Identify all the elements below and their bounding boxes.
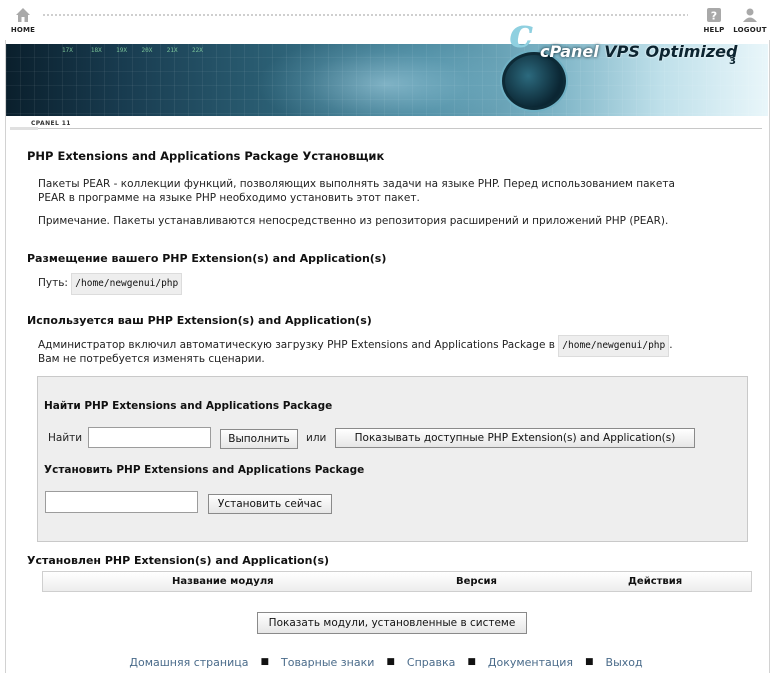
usage-heading: Используется ваш PHP Extension(s) and Ap… bbox=[27, 314, 372, 327]
search-install-panel: Найти PHP Extensions and Applications Pa… bbox=[37, 376, 748, 542]
path-value: /home/newgenui/php bbox=[71, 273, 183, 295]
column-module-name: Название модуля bbox=[172, 576, 274, 587]
footer-nav: Домашняя страница ■ Товарные знаки ■ Справка… bbox=[129, 656, 643, 669]
logout-label: LOGOUT bbox=[733, 26, 767, 34]
column-actions: Действия bbox=[628, 576, 683, 587]
usage-path: /home/newgenui/php bbox=[558, 335, 670, 357]
cpanel-logo-letter: c bbox=[509, 10, 534, 57]
or-label: или bbox=[306, 432, 327, 444]
cpanel-logo-text: cPanel VPS Optimized bbox=[540, 42, 738, 61]
home-label: HOME bbox=[10, 26, 36, 34]
svg-text:?: ? bbox=[711, 10, 717, 23]
user-icon bbox=[741, 6, 759, 24]
banner-decoration: 17X 18X 19X 20X 21X 22X bbox=[62, 47, 203, 54]
home-link[interactable]: HOME bbox=[3, 6, 43, 34]
footer-link-help[interactable]: Справка bbox=[407, 656, 455, 669]
installed-heading: Установлен PHP Extension(s) and Applicat… bbox=[27, 554, 330, 567]
install-input[interactable] bbox=[45, 491, 198, 513]
cpanel-logo-version: 3 bbox=[729, 56, 736, 67]
cpanel-version-label: CPANEL 11 bbox=[28, 120, 74, 127]
page-title: PHP Extensions and Applications Package … bbox=[27, 149, 385, 163]
footer-link-docs[interactable]: Документация bbox=[488, 656, 573, 669]
install-heading: Установить PHP Extensions and Applicatio… bbox=[44, 464, 365, 476]
top-bar: HOME ? HELP LOGOUT bbox=[0, 0, 772, 40]
intro-text-line2: PEAR в программе на языке PHP необходимо… bbox=[38, 192, 420, 204]
installed-table-header: Название модуля Версия Действия bbox=[42, 571, 752, 592]
cpanel-version-bar: CPANEL 11 bbox=[10, 118, 762, 130]
help-link[interactable]: ? HELP bbox=[694, 6, 734, 34]
column-version: Версия bbox=[456, 576, 497, 587]
home-icon bbox=[14, 6, 32, 24]
footer-link-logout[interactable]: Выход bbox=[606, 656, 643, 669]
location-heading: Размещение вашего PHP Extension(s) and A… bbox=[27, 252, 387, 265]
intro-text-line1: Пакеты PEAR - коллекции функций, позволя… bbox=[38, 178, 675, 190]
install-now-button[interactable]: Установить сейчас bbox=[208, 494, 332, 514]
help-icon: ? bbox=[705, 6, 723, 24]
logout-link[interactable]: LOGOUT bbox=[730, 6, 770, 34]
topbar-divider bbox=[42, 13, 688, 17]
find-label: Найти bbox=[48, 432, 83, 444]
search-input[interactable] bbox=[88, 427, 211, 448]
search-go-button[interactable]: Выполнить bbox=[220, 429, 298, 449]
footer-link-trademarks[interactable]: Товарные знаки bbox=[281, 656, 374, 669]
note-text: Примечание. Пакеты устанавливаются непос… bbox=[38, 215, 669, 227]
usage-line2: Вам не потребуется изменять сценарии. bbox=[38, 353, 265, 365]
show-available-button[interactable]: Показывать доступные PHP Extension(s) an… bbox=[335, 428, 695, 448]
path-row: Путь: /home/newgenui/php bbox=[38, 273, 183, 295]
show-system-modules-button[interactable]: Показать модули, установленные в системе bbox=[257, 612, 527, 634]
footer-link-home[interactable]: Домашняя страница bbox=[129, 656, 248, 669]
search-heading: Найти PHP Extensions and Applications Pa… bbox=[44, 400, 333, 412]
path-label: Путь: bbox=[38, 277, 68, 289]
help-label: HELP bbox=[703, 26, 725, 34]
